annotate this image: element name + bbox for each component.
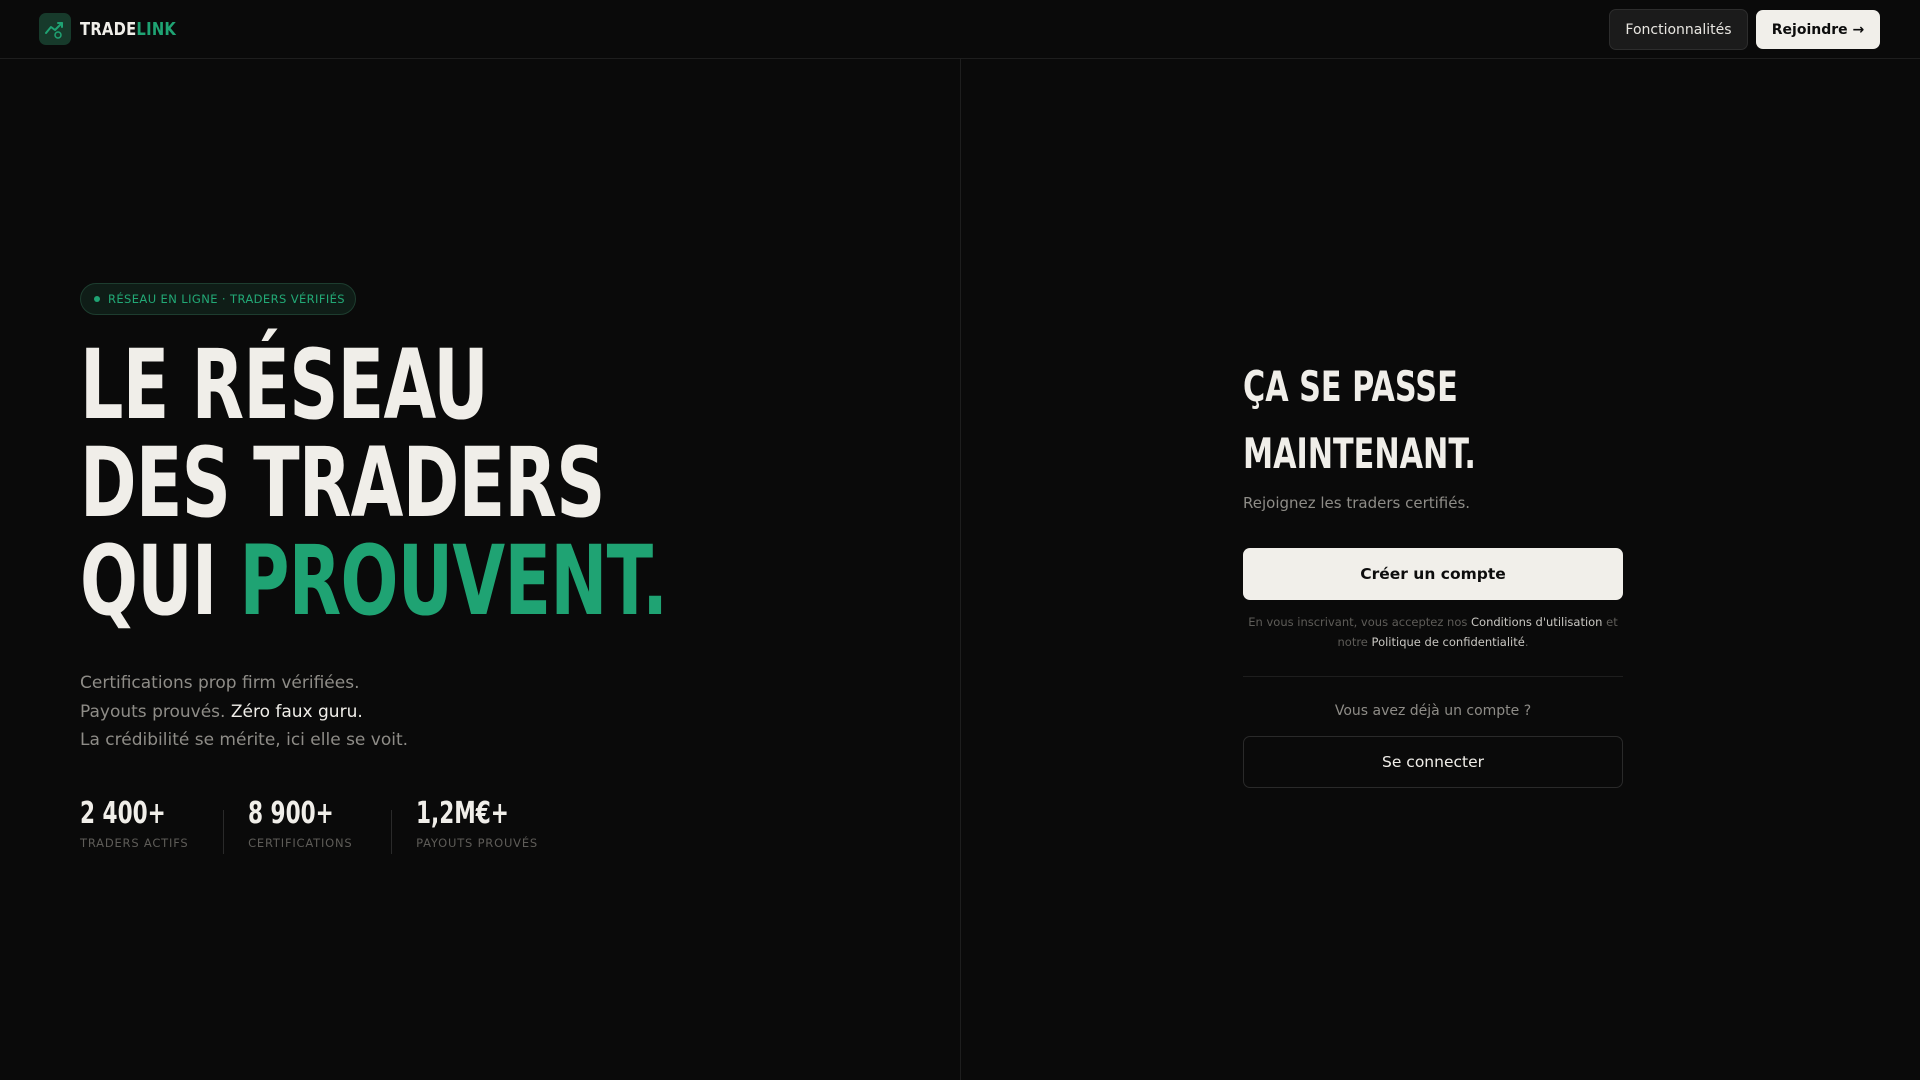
top-navbar: TRADELINK Fonctionnalités Rejoindre → xyxy=(0,0,1920,59)
stat-label: PAYOUTS PROUVÉS xyxy=(416,836,539,850)
hero-description-line-2-prefix: Payouts prouvés. xyxy=(80,701,231,722)
stat-traders: 2 400+ TRADERS ACTIFS xyxy=(80,796,223,850)
signup-title-line-1: ÇA SE PASSE xyxy=(1243,362,1458,411)
already-account-text: Vous avez déjà un compte ? xyxy=(1334,703,1532,719)
stat-label: CERTIFICATIONS xyxy=(248,836,353,850)
headline-line-3: QUI PROUVENT. xyxy=(80,532,668,630)
stat-label: TRADERS ACTIFS xyxy=(80,836,189,850)
signup-subtitle: Rejoignez les traders certifiés. xyxy=(1243,494,1471,512)
vertical-divider xyxy=(960,59,961,1080)
legal-prefix: En vous inscrivant, vous acceptez nos xyxy=(1248,615,1472,629)
headline-line-3-prefix: QUI xyxy=(80,525,240,637)
hero-description: Certifications prop firm vérifiées. Payo… xyxy=(80,669,408,755)
headline-line-1: LE RÉSEAU xyxy=(80,329,489,441)
online-dot-icon xyxy=(94,296,100,302)
stat-value: 2 400+ xyxy=(80,796,166,831)
hero-description-line-2: Payouts prouvés. Zéro faux guru. xyxy=(80,698,408,727)
signup-title: ÇA SE PASSE MAINTENANT. xyxy=(1243,353,1476,487)
legal-notice: En vous inscrivant, vous acceptez nos Co… xyxy=(1243,613,1623,652)
create-account-button[interactable]: Créer un compte xyxy=(1243,548,1623,600)
stat-value: 8 900+ xyxy=(248,796,334,831)
logo-wordmark-link: LINK xyxy=(136,18,177,40)
stats-row: 2 400+ TRADERS ACTIFS 8 900+ CERTIFICATI… xyxy=(80,796,569,856)
features-button[interactable]: Fonctionnalités xyxy=(1609,9,1748,50)
stat-certifications: 8 900+ CERTIFICATIONS xyxy=(223,796,391,854)
headline-accent: PROUVENT. xyxy=(239,525,668,637)
stat-value: 1,2M€+ xyxy=(416,796,510,831)
hero-description-line-3: La crédibilité se mérite, ici elle se vo… xyxy=(80,730,409,750)
terms-link[interactable]: Conditions d'utilisation xyxy=(1471,615,1602,629)
status-badge: RÉSEAU EN LIGNE · TRADERS VÉRIFIÉS xyxy=(80,283,356,315)
join-button[interactable]: Rejoindre → xyxy=(1756,10,1880,49)
hero-description-highlight: Zéro faux guru. xyxy=(230,701,363,722)
legal-suffix: . xyxy=(1524,634,1529,649)
trending-up-icon xyxy=(39,13,71,45)
stat-payouts: 1,2M€+ PAYOUTS PROUVÉS xyxy=(391,796,569,854)
signup-title-line-2: MAINTENANT. xyxy=(1243,429,1476,478)
hero-description-line-1: Certifications prop firm vérifiées. xyxy=(80,673,360,693)
hero-headline: LE RÉSEAU DES TRADERS QUI PROUVENT. xyxy=(80,329,668,630)
privacy-link[interactable]: Politique de confidentialité xyxy=(1372,635,1525,649)
login-button[interactable]: Se connecter xyxy=(1243,736,1623,788)
logo-wordmark-trade: TRADE xyxy=(80,18,137,40)
section-divider xyxy=(1243,676,1623,677)
logo-wordmark: TRADELINK xyxy=(80,19,176,40)
logo[interactable]: TRADELINK xyxy=(39,13,197,45)
headline-line-2: DES TRADERS xyxy=(80,427,605,539)
status-badge-text: RÉSEAU EN LIGNE · TRADERS VÉRIFIÉS xyxy=(108,292,346,306)
